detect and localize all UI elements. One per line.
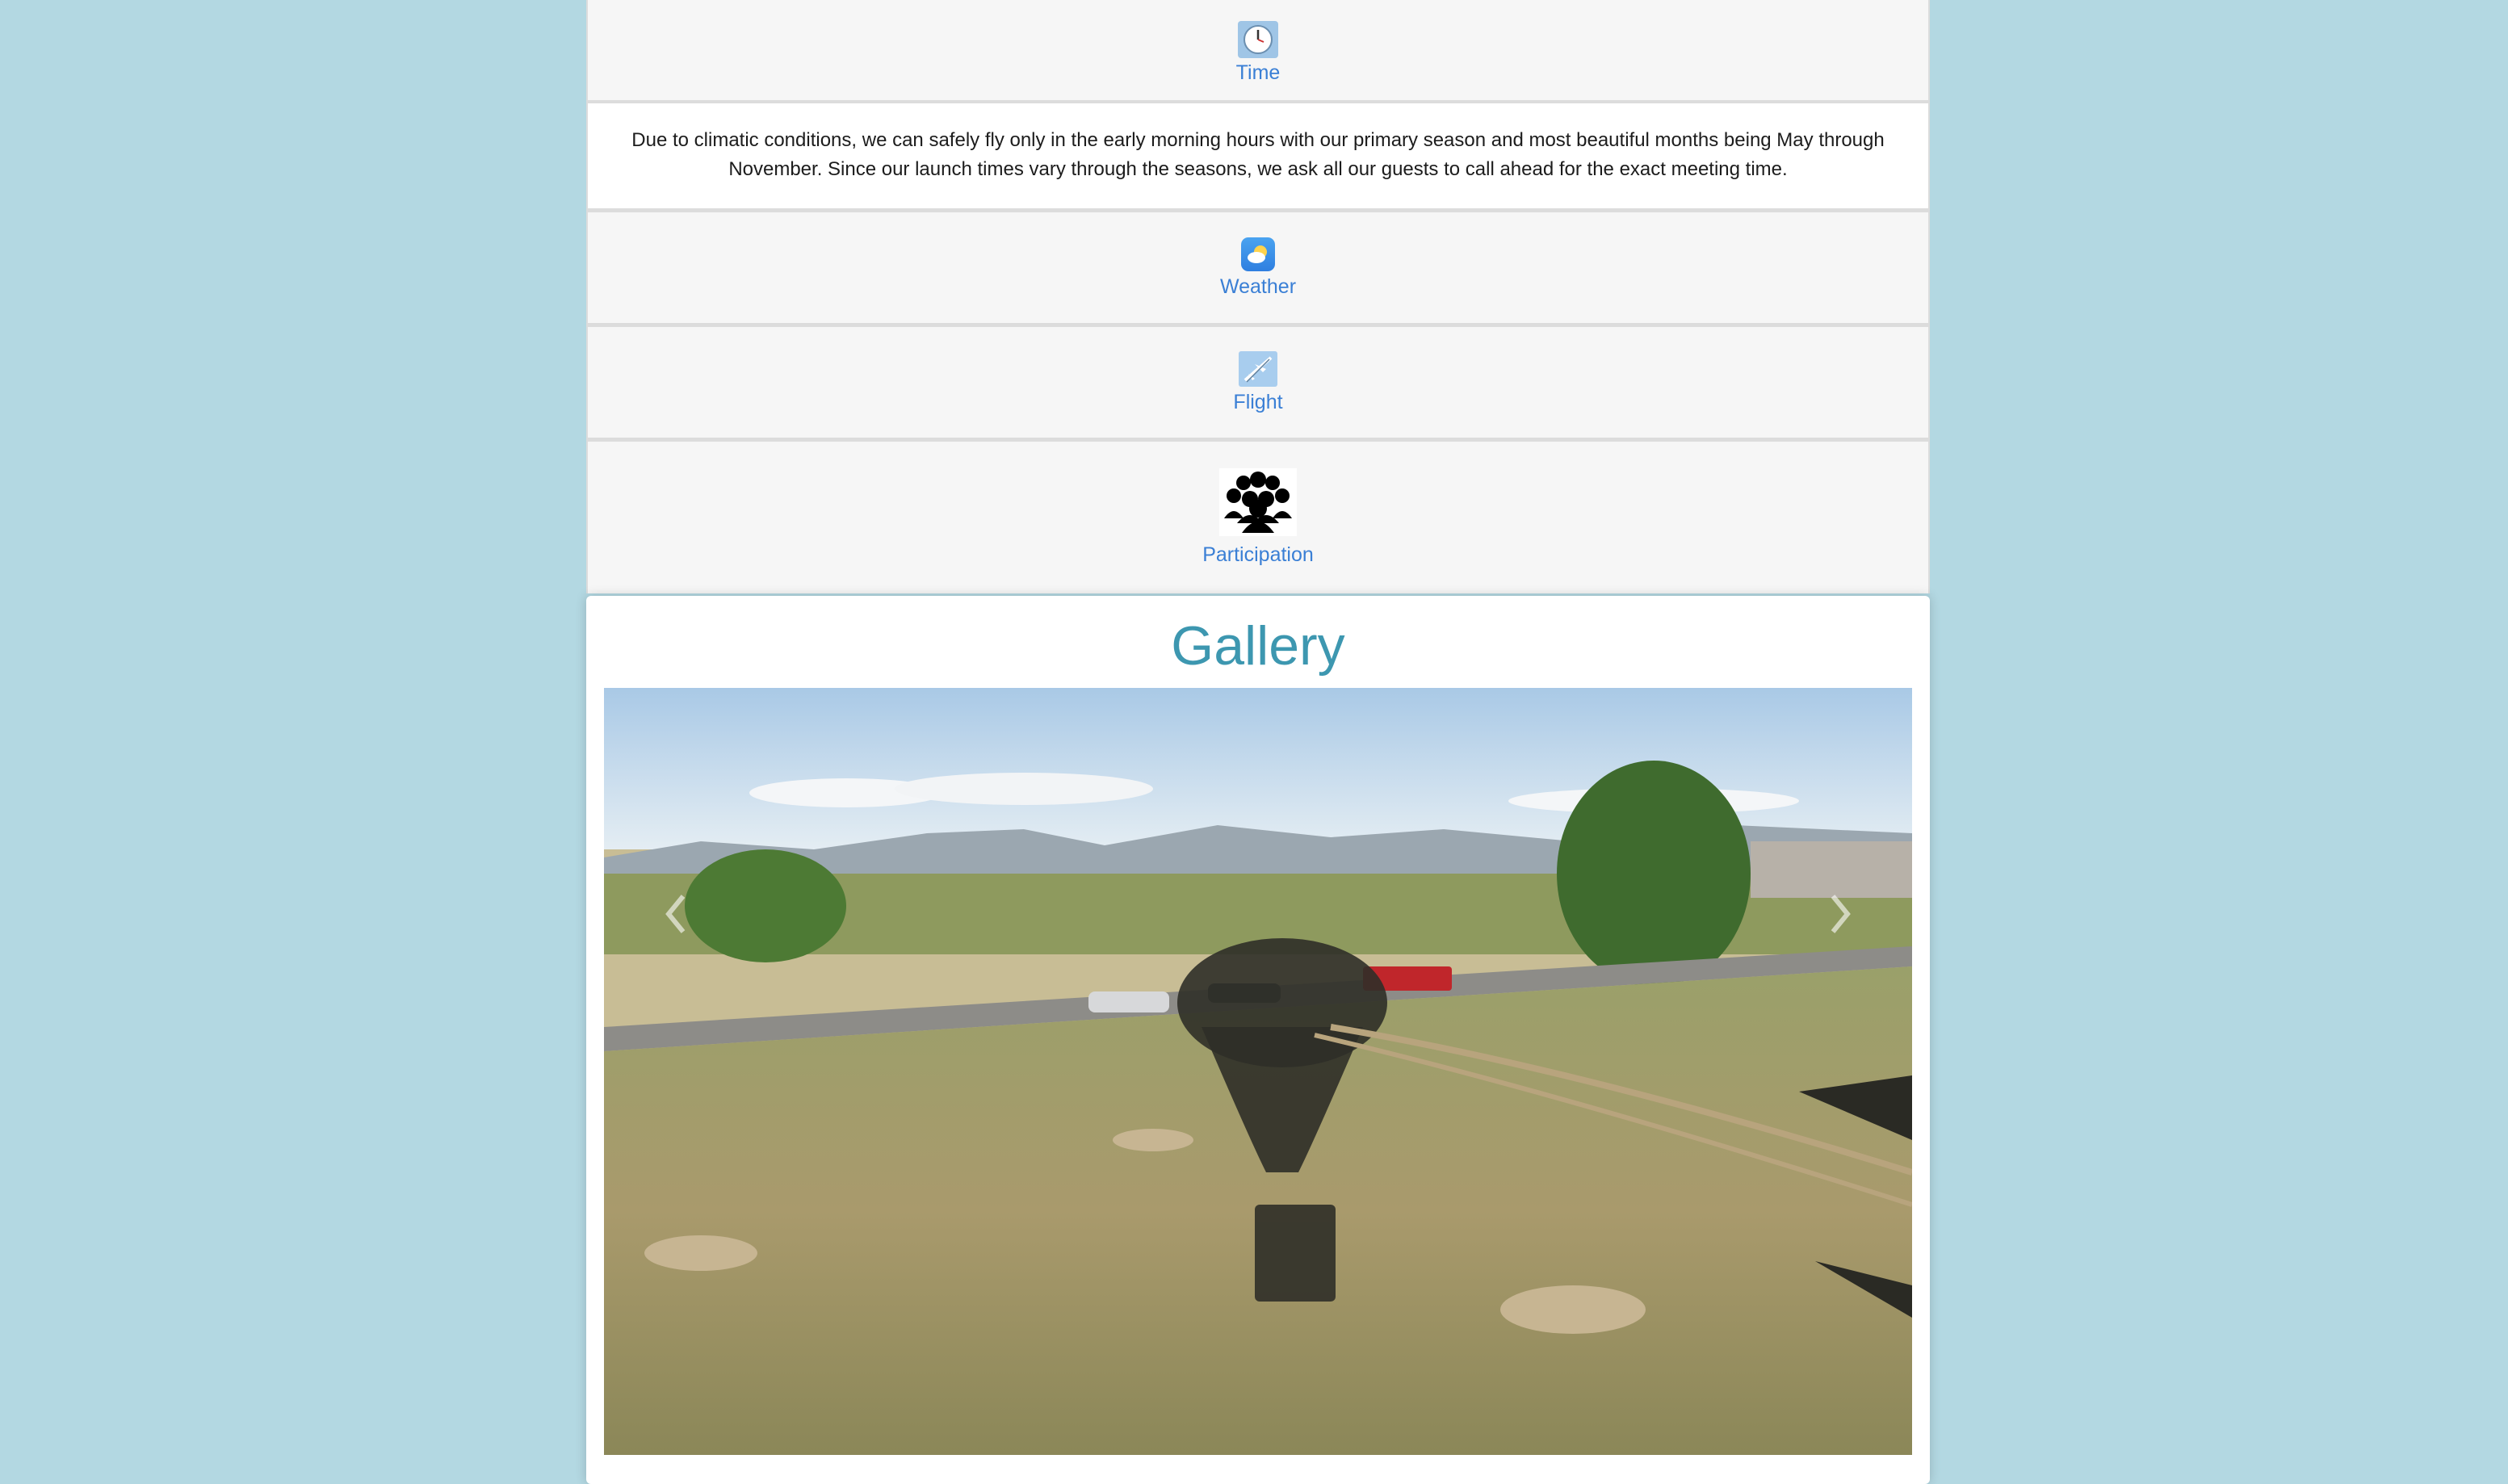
chevron-right-icon[interactable] bbox=[1815, 882, 1864, 946]
clock-icon[interactable] bbox=[1237, 20, 1279, 59]
weather-panel[interactable]: Weather bbox=[586, 212, 1930, 323]
time-panel[interactable]: Time bbox=[586, 0, 1930, 102]
flight-panel[interactable]: Flight bbox=[586, 327, 1930, 438]
gallery-section: Gallery bbox=[586, 596, 1930, 1484]
balloon-shadow-photo bbox=[604, 688, 1912, 1455]
airplane-icon[interactable] bbox=[1239, 350, 1277, 387]
group-people-icon[interactable] bbox=[1219, 468, 1297, 536]
gallery-title: Gallery bbox=[1171, 615, 1345, 677]
chevron-left-icon[interactable] bbox=[652, 882, 701, 946]
page-container: Time Due to climatic conditions, we can … bbox=[586, 0, 1930, 1484]
weather-link[interactable]: Weather bbox=[1220, 275, 1296, 299]
time-link[interactable]: Time bbox=[1236, 61, 1281, 85]
participation-link[interactable]: Participation bbox=[1202, 543, 1314, 567]
time-description: Due to climatic conditions, we can safel… bbox=[586, 103, 1930, 208]
gallery-carousel[interactable] bbox=[604, 688, 1912, 1455]
weather-icon[interactable] bbox=[1241, 237, 1275, 271]
flight-link[interactable]: Flight bbox=[1233, 390, 1282, 414]
participation-panel[interactable]: Participation bbox=[586, 442, 1930, 593]
